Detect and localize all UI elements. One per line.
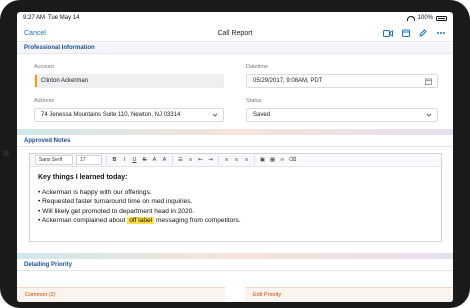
battery-icon [436,15,447,21]
section-detailing-priority: Detailing Priority [17,260,453,271]
chevron-down-icon[interactable] [212,112,218,120]
font-family-select[interactable]: Sans Serif [35,155,73,165]
tab-common[interactable]: Common (2) [17,287,225,302]
account-value: Clinton Ackerman [41,78,89,84]
align-right-icon[interactable]: ≡ [243,156,250,164]
list-item: • Ackerman is happy with our offerings. [38,188,152,196]
highlighted-text: off label [127,217,155,224]
font-size-select[interactable]: 17 [76,155,102,165]
list-item: • Ackerman complained about off label me… [38,217,241,224]
section-divider [17,253,453,259]
numbered-list-icon[interactable]: ≡ [187,156,194,164]
nav-bar: Cancel Call Report [17,25,453,42]
address-label: Address [34,98,55,104]
wifi-icon [406,15,415,21]
toolbar-separator [106,156,107,164]
text-color-icon[interactable]: A [151,156,158,164]
list-item: • Requested faster turnaround time on me… [38,198,193,205]
bold-icon[interactable]: B [111,156,118,164]
clear-format-icon[interactable]: ⌫ [289,156,297,164]
link-icon[interactable]: ∞ [279,156,286,164]
highlight-color-icon[interactable]: A [161,156,168,164]
toolbar-separator [172,156,173,164]
image-icon[interactable]: ▣ [259,156,266,164]
notes-editor[interactable]: Sans Serif 17 B I U S A A ☰ ≡ ⇤ ⇥ ≡ ≡ ≡ … [29,153,442,242]
edit-icon[interactable] [419,29,427,37]
status-bar: 9:27 AM Tue May 14 100% [17,12,453,24]
section-divider [17,129,453,135]
status-time: 9:27 AM [23,15,46,21]
strikethrough-icon[interactable]: S [141,156,148,164]
more-icon[interactable] [436,31,446,35]
status-date: Tue May 14 [48,15,80,21]
underline-icon[interactable]: U [131,156,138,164]
account-label: Account [34,64,54,70]
address-field[interactable]: 74 Jenessa Mountains Suite 110, Newton, … [34,108,224,122]
toolbar-separator [254,156,255,164]
datetime-field[interactable]: 05/29/2017, 9:08AM, PDT [246,74,438,88]
calendar-icon[interactable] [425,78,432,87]
editor-content[interactable]: Key things I learned today: • Ackerman i… [30,167,441,226]
priority-tabs: Common (2) Edit Priority [17,287,453,302]
account-field: Clinton Ackerman [34,74,224,88]
tab-edit-priority[interactable]: Edit Priority [245,287,453,302]
bullet-list-icon[interactable]: ☰ [177,156,184,164]
section-approved-notes: Approved Notes [17,136,453,147]
status-label: Status [246,98,262,104]
table-icon[interactable]: ▦ [269,156,276,164]
datetime-label: Datetime [246,64,269,70]
address-value: 74 Jenessa Mountains Suite 110, Newton, … [41,112,181,118]
video-icon[interactable] [383,29,393,37]
notes-heading: Key things I learned today: [38,174,128,181]
cancel-button[interactable]: Cancel [24,30,46,37]
align-center-icon[interactable]: ≡ [233,156,240,164]
italic-icon[interactable]: I [121,156,128,164]
battery-percent: 100% [417,15,433,21]
status-value: Saved [253,112,271,118]
list-item: • Will likely get promoted to department… [38,207,195,215]
required-marker [35,75,37,87]
indent-icon[interactable]: ⇥ [207,156,214,164]
editor-toolbar: Sans Serif 17 B I U S A A ☰ ≡ ⇤ ⇥ ≡ ≡ ≡ … [30,154,441,167]
datetime-value: 05/29/2017, 9:08AM, PDT [253,78,323,84]
section-professional-information: Professional Information [17,43,453,54]
schedule-icon[interactable] [402,29,410,37]
toolbar-separator [218,156,219,164]
front-camera [3,150,9,156]
align-left-icon[interactable]: ≡ [223,156,230,164]
tablet-frame: 9:27 AM Tue May 14 100% Cancel Call Repo… [0,0,470,308]
outdent-icon[interactable]: ⇤ [197,156,204,164]
chevron-down-icon[interactable] [426,112,432,120]
app-screen: 9:27 AM Tue May 14 100% Cancel Call Repo… [17,12,453,302]
status-select[interactable]: Saved [246,108,438,122]
